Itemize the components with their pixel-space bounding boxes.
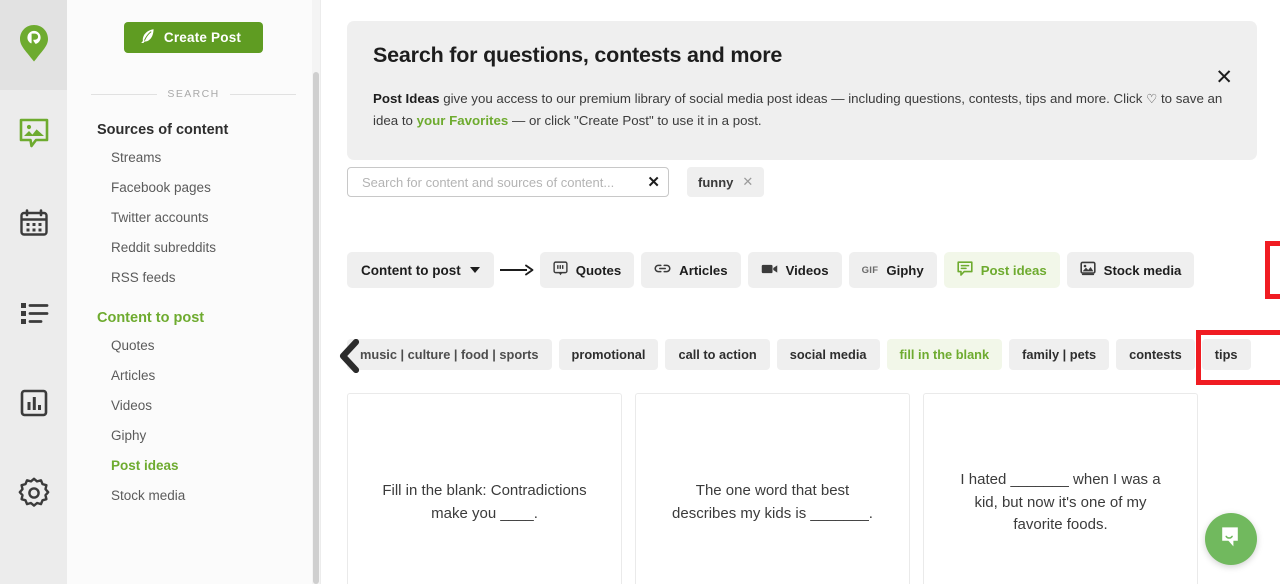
divider-line-right — [229, 93, 297, 95]
map-pin-logo-icon — [17, 23, 51, 68]
gif-text-icon: GIF — [861, 264, 879, 276]
calendar-icon — [19, 208, 49, 243]
type-filter-giphy[interactable]: GIF Giphy — [848, 252, 937, 288]
tab-contests[interactable]: contests — [1116, 339, 1195, 370]
primary-nav-rail — [0, 0, 67, 584]
sidebar-item-quotes[interactable]: Quotes — [67, 330, 320, 360]
post-idea-card[interactable]: Fill in the blank: Contradictions make y… — [347, 393, 622, 584]
tab-promotional[interactable]: promotional — [558, 339, 659, 370]
divider-line-left — [91, 93, 158, 95]
filter-tag-label: funny — [698, 174, 734, 190]
sidebar-item-giphy[interactable]: Giphy — [67, 420, 320, 450]
content-to-post-dropdown[interactable]: Content to post — [347, 252, 494, 288]
sidebar-item-twitter-accounts[interactable]: Twitter accounts — [67, 202, 320, 232]
feather-quill-icon — [140, 28, 155, 47]
sidebar-item-stock-media[interactable]: Stock media — [67, 480, 320, 510]
create-post-label: Create Post — [163, 30, 242, 45]
video-camera-icon — [761, 263, 778, 278]
tab-music-culture-food-sports[interactable]: music | culture | food | sports — [347, 339, 552, 370]
close-icon[interactable]: ✕ — [1215, 67, 1233, 88]
type-filter-videos-label: Videos — [785, 262, 829, 278]
nav-logo-home[interactable] — [0, 0, 67, 90]
type-filter-quotes[interactable]: Quotes — [539, 252, 635, 288]
post-idea-bubble-icon — [957, 261, 973, 279]
tab-call-to-action[interactable]: call to action — [665, 339, 770, 370]
sidebar-item-facebook-pages[interactable]: Facebook pages — [67, 172, 320, 202]
remove-tag-icon[interactable]: ✕ — [742, 174, 753, 190]
tab-family-pets[interactable]: family | pets — [1009, 339, 1110, 370]
page-title: Search for questions, contests and more — [373, 43, 783, 67]
type-filter-giphy-label: Giphy — [886, 262, 924, 278]
post-idea-text: Fill in the blank: Contradictions make y… — [382, 482, 587, 522]
post-ideas-grid: Fill in the blank: Contradictions make y… — [347, 393, 1198, 584]
sidebar-item-videos[interactable]: Videos — [67, 390, 320, 420]
tab-fill-in-the-blank[interactable]: fill in the blank — [886, 339, 1003, 370]
sidebar-item-post-ideas[interactable]: Post ideas — [67, 450, 320, 480]
tab-tips[interactable]: tips — [1201, 339, 1251, 370]
nav-queue[interactable] — [0, 270, 67, 360]
filter-tag-funny[interactable]: funny ✕ — [687, 167, 765, 197]
category-tab-row: music | culture | food | sports promotio… — [347, 339, 1258, 370]
sidebar-scrollbar-thumb[interactable] — [313, 72, 319, 584]
bar-chart-icon — [19, 388, 49, 423]
banner-description-part3: — or click "Create Post" to use it in a … — [508, 112, 762, 128]
arrow-right-icon — [494, 264, 540, 276]
secondary-sidebar: Create Post SEARCH Sources of content St… — [67, 0, 321, 584]
type-filter-post-ideas-label: Post ideas — [980, 262, 1047, 278]
post-idea-text: The one word that best describes my kids… — [672, 482, 873, 522]
search-box[interactable]: ✕ — [347, 167, 669, 197]
search-row: ✕ funny ✕ — [347, 167, 765, 197]
sidebar-scrollbar-track[interactable] — [312, 0, 320, 584]
type-filter-stock-media[interactable]: Stock media — [1066, 252, 1195, 288]
banner-description: Post Ideas give you access to our premiu… — [373, 88, 1228, 131]
sidebar-group-title-sources: Sources of content — [97, 122, 229, 138]
banner-description-part1: give you access to our premium library o… — [439, 91, 1147, 106]
sidebar-group-title-content-to-post: Content to post — [97, 310, 205, 326]
list-icon — [19, 300, 49, 331]
type-filter-quotes-label: Quotes — [575, 262, 622, 278]
sidebar-item-rss-feeds[interactable]: RSS feeds — [67, 262, 320, 292]
main-content: Search for questions, contests and more … — [321, 0, 1280, 584]
create-post-wrap: Create Post — [67, 0, 320, 53]
app-root: Create Post SEARCH Sources of content St… — [0, 0, 1280, 584]
highlight-box-post-ideas — [1265, 241, 1280, 299]
chevron-down-icon — [469, 267, 480, 273]
nav-calendar[interactable] — [0, 180, 67, 270]
banner-description-bold: Post Ideas — [373, 91, 440, 106]
intercom-launcher-button[interactable] — [1205, 513, 1257, 565]
image-post-icon — [18, 117, 50, 154]
info-banner: Search for questions, contests and more … — [347, 21, 1257, 160]
gear-icon — [18, 477, 50, 514]
post-idea-card[interactable]: The one word that best describes my kids… — [635, 393, 910, 584]
sidebar-section-divider: SEARCH — [91, 88, 297, 100]
link-icon — [654, 262, 671, 278]
clear-search-icon[interactable]: ✕ — [643, 173, 660, 191]
favorites-link[interactable]: your Favorites — [417, 113, 509, 128]
type-filter-videos[interactable]: Videos — [747, 252, 842, 288]
sidebar-item-articles[interactable]: Articles — [67, 360, 320, 390]
quote-bubble-icon — [553, 261, 568, 279]
type-filter-stock-media-label: Stock media — [1103, 262, 1182, 278]
divider-label: SEARCH — [167, 88, 220, 100]
heart-icon: ♡ — [1146, 92, 1158, 106]
sidebar-item-reddit-subreddits[interactable]: Reddit subreddits — [67, 232, 320, 262]
chevron-left-icon[interactable] — [333, 335, 367, 377]
nav-analytics[interactable] — [0, 360, 67, 450]
post-idea-text: I hated _______ when I was a kid, but no… — [960, 470, 1161, 534]
type-filter-articles[interactable]: Articles — [641, 252, 741, 288]
nav-content[interactable] — [0, 90, 67, 180]
type-filter-articles-label: Articles — [679, 262, 728, 278]
content-to-post-dropdown-label: Content to post — [361, 262, 461, 278]
nav-settings[interactable] — [0, 450, 67, 540]
type-filter-post-ideas[interactable]: Post ideas — [943, 252, 1060, 288]
tab-social-media[interactable]: social media — [776, 339, 880, 370]
chat-bubble-smile-icon — [1218, 524, 1244, 555]
stock-image-icon — [1080, 261, 1096, 279]
content-type-filter-row: Content to post Quotes Articles Videos G… — [347, 252, 1195, 288]
sidebar-item-streams[interactable]: Streams — [67, 142, 320, 172]
search-input[interactable] — [360, 173, 644, 191]
create-post-button[interactable]: Create Post — [123, 22, 264, 53]
post-idea-card[interactable]: I hated _______ when I was a kid, but no… — [923, 393, 1198, 584]
